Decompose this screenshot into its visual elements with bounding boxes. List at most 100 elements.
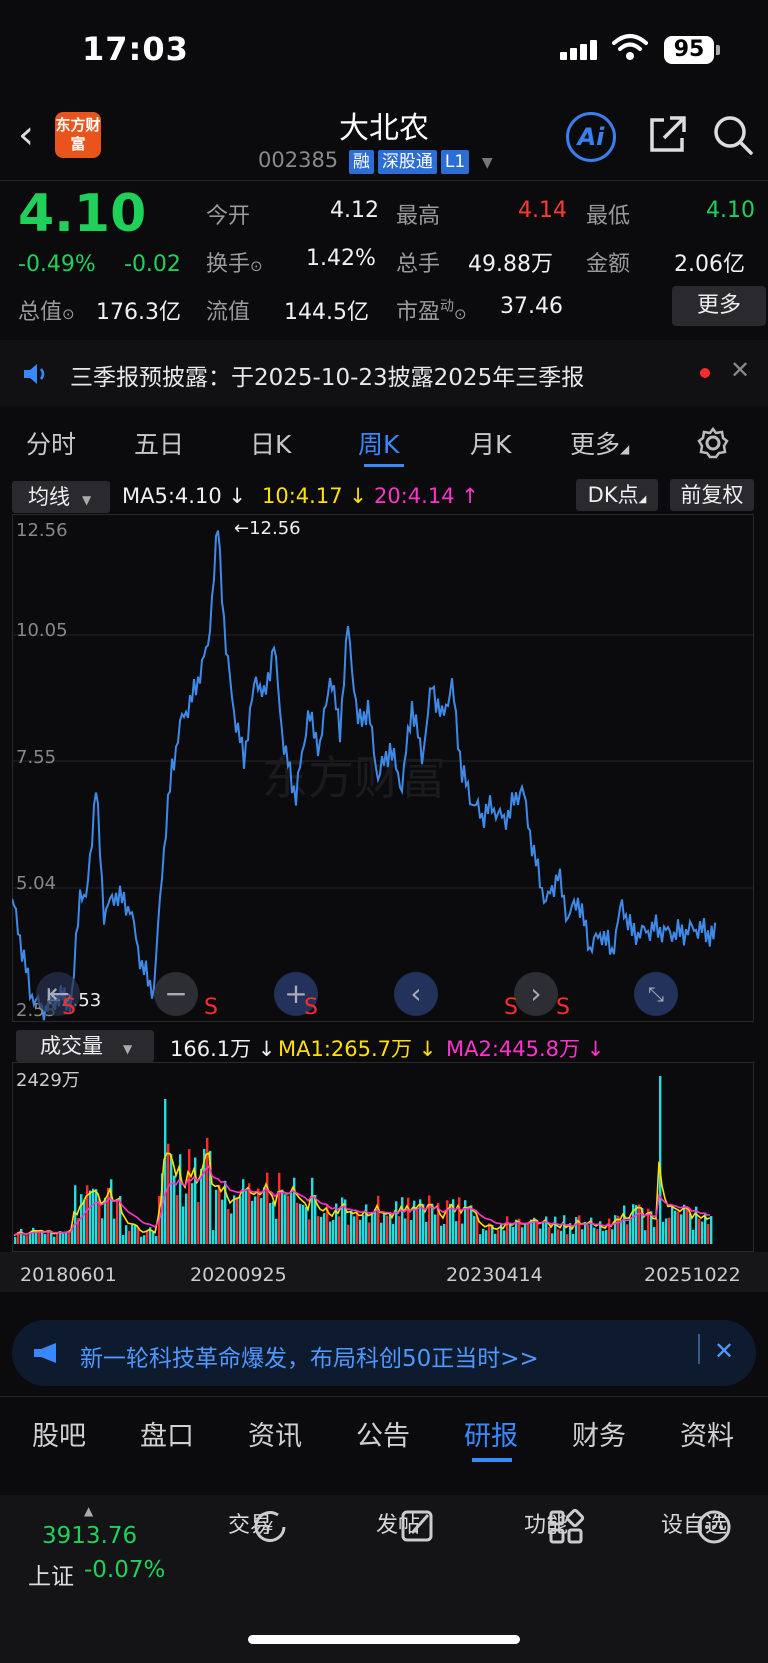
volume-bar [275,1218,278,1244]
banner-divider [698,1334,700,1364]
volume-bar [383,1213,386,1244]
adjust-button[interactable]: 前复权 [670,479,754,511]
ftab-news[interactable]: 资讯 [248,1414,302,1453]
zoom-out-button[interactable]: − [154,972,198,1016]
volume-bar [26,1235,29,1244]
more-quote-button[interactable]: 更多 [672,286,766,326]
volume-bar [668,1217,671,1244]
tab-weekly[interactable]: 周K [358,425,399,461]
volume-bar [419,1199,422,1244]
volume-bar [686,1206,689,1244]
volume-bar [176,1195,179,1244]
volume-bar [92,1188,95,1244]
volume-bar [284,1194,287,1244]
tag-margin: 融 [348,150,374,174]
share-icon[interactable] [648,114,688,154]
scroll-right-button[interactable]: › [514,972,558,1016]
volume-ma1: MA1:265.7万 ↓ [278,1037,437,1061]
volume-bar [521,1227,524,1244]
volume-bar [131,1224,134,1244]
volume-chart[interactable] [12,1062,754,1252]
volume-bar [392,1224,395,1244]
open-label: 今开 [206,204,251,229]
ftab-orderbook[interactable]: 盘口 [140,1414,194,1453]
banner-close-icon[interactable]: ✕ [714,1337,734,1365]
nav-functions[interactable]: 功能 [496,1507,596,1544]
wifi-icon [612,34,648,60]
battery-tip [716,45,720,55]
tab-more[interactable]: 更多◢ [570,425,629,461]
settings-icon[interactable] [696,426,730,460]
ftab-forum[interactable]: 股吧 [32,1414,86,1453]
volume-bar [155,1235,158,1244]
volume-bar [581,1229,584,1244]
nav-post[interactable]: 发帖 [348,1507,448,1542]
volume-bar [308,1219,311,1244]
high-value: 4.14 [518,198,567,223]
volume-bar [398,1216,401,1244]
turnover-value: 1.42% [306,246,376,271]
tag-connect: 深股通 [377,150,437,174]
tab-5day[interactable]: 五日 [134,425,184,461]
volume-bar [242,1179,245,1244]
volume-bar [188,1149,191,1244]
volume-bar [125,1225,128,1244]
fullscreen-button[interactable]: ⤡ [634,972,678,1016]
indicator-select[interactable]: 均线 ▼ [12,481,110,513]
x-tick-2: 20230414 [446,1264,543,1286]
ftab-research[interactable]: 研报 [464,1414,518,1453]
volume-bar [410,1219,413,1244]
index-name[interactable]: 上证 [28,1557,74,1591]
active-tab-indicator [364,464,404,467]
volume-bar [446,1200,449,1244]
volume-bar [401,1197,404,1244]
volume-bar [509,1223,512,1244]
volume-bar [473,1216,476,1244]
volume-bar [290,1192,293,1244]
nav-trade[interactable]: ¥ 交易 [200,1507,300,1542]
close-icon[interactable]: ✕ [730,356,750,384]
volume-bar [281,1189,284,1244]
volume-bar [257,1188,260,1244]
price-chart[interactable]: 东方财富 [12,514,754,1022]
ftab-announcements[interactable]: 公告 [356,1414,410,1453]
volume-bar [236,1197,239,1244]
volume-bar [578,1215,581,1244]
dk-point-button[interactable]: DK点◢ [576,479,658,511]
index-change[interactable]: -0.07% [84,1557,165,1583]
scroll-left-button[interactable]: ‹ [394,972,438,1016]
y-tick-0: 12.56 [16,520,68,541]
ai-button[interactable]: Ai [566,112,616,162]
stock-code: 002385 [258,148,339,172]
volume-bar [608,1218,611,1244]
tab-monthly[interactable]: 月K [470,425,511,461]
trade-icon: ¥ [254,1511,286,1542]
index-value[interactable]: 3913.76 [42,1523,137,1549]
battery-icon: 95 [664,36,714,64]
low-label: 最低 [586,204,631,229]
volume-bar [347,1224,350,1244]
ftab-profile[interactable]: 资料 [680,1414,734,1453]
volume-bar [164,1099,167,1244]
ftab-finance[interactable]: 财务 [572,1414,626,1453]
tab-daily[interactable]: 日K [250,425,291,461]
x-tick-0: 20180601 [20,1264,117,1286]
volume-bar [53,1236,56,1244]
watermark: 东方财富 [262,751,446,805]
nav-add-watchlist[interactable]: 设自选 [644,1507,744,1544]
chevron-down-icon[interactable]: ▼ [482,155,493,171]
volume-bar [182,1206,185,1244]
volume-bar [488,1223,491,1244]
signal-mark: S [504,995,518,1020]
speaker-icon [24,364,45,384]
expand-up-icon[interactable]: ▲ [84,1504,93,1518]
y-tick-3: 5.04 [16,873,57,894]
x-tick-1: 20200925 [190,1264,287,1286]
search-icon[interactable] [712,114,754,156]
home-indicator [248,1635,520,1644]
volume-bar [677,1211,680,1244]
volume-indicator-select[interactable]: 成交量 ▼ [16,1030,154,1062]
tab-intraday[interactable]: 分时 [26,425,76,461]
tag-level: L1 [440,150,470,174]
volume-bar [245,1191,248,1244]
